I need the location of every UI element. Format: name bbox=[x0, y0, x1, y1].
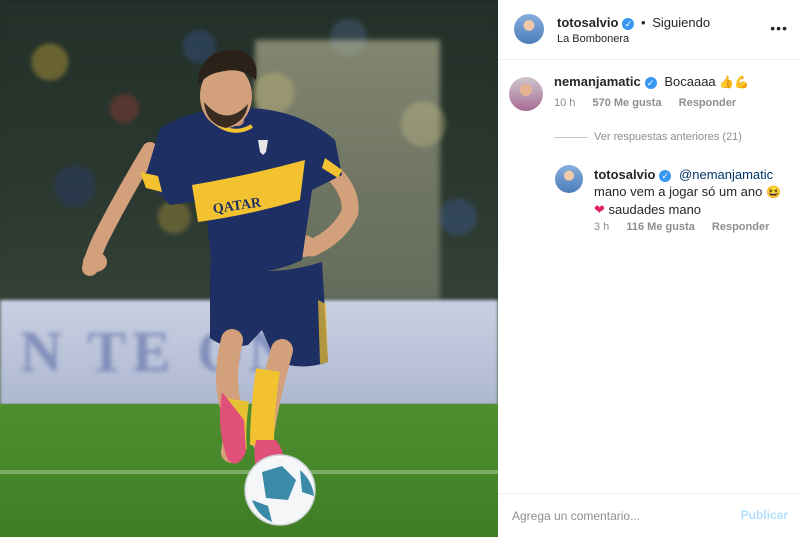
comment-footer: Publicar bbox=[498, 493, 800, 537]
comment-likes[interactable]: 570 Me gusta bbox=[592, 97, 661, 109]
reply-username[interactable]: totosalvio bbox=[594, 167, 655, 182]
comment-text: nemanjamatic ✓ Bocaaaa 👍💪 bbox=[554, 74, 794, 89]
comment-username[interactable]: nemanjamatic bbox=[554, 74, 641, 89]
separator-dot: • bbox=[641, 15, 646, 30]
mention-link[interactable]: @nemanjamatic bbox=[679, 167, 773, 182]
post-author: totosalvio ✓ • Siguiendo bbox=[557, 15, 710, 30]
comment-body: Bocaaaa bbox=[664, 74, 716, 89]
verified-badge-icon: ✓ bbox=[622, 18, 635, 30]
reply-meta: 3 h 116 Me gusta Responder bbox=[594, 221, 769, 233]
reply-likes[interactable]: 116 Me gusta bbox=[626, 221, 694, 233]
comment-meta: 10 h 570 Me gusta Responder bbox=[554, 97, 736, 109]
reply-line-2: saudades mano bbox=[608, 202, 702, 217]
comment-emoji: 👍💪 bbox=[719, 75, 750, 89]
comment-time[interactable]: 10 h bbox=[554, 97, 575, 109]
reply-button[interactable]: Responder bbox=[679, 97, 736, 109]
location-link[interactable]: La Bombonera bbox=[557, 33, 629, 45]
post-side-panel: totosalvio ✓ • Siguiendo La Bombonera •••… bbox=[498, 0, 800, 537]
publish-button[interactable]: Publicar bbox=[741, 508, 788, 522]
comment-input[interactable] bbox=[512, 506, 722, 526]
reply-time[interactable]: 3 h bbox=[594, 221, 609, 233]
replies-divider bbox=[554, 137, 588, 138]
verified-badge-icon: ✓ bbox=[659, 170, 672, 182]
reply-reply-button[interactable]: Responder bbox=[712, 221, 769, 233]
more-options-icon[interactable]: ••• bbox=[770, 20, 788, 36]
heart-emoji-icon: ❤ bbox=[594, 202, 605, 217]
author-username[interactable]: totosalvio bbox=[557, 15, 618, 30]
avatar[interactable] bbox=[514, 14, 544, 44]
post-header: totosalvio ✓ • Siguiendo La Bombonera ••• bbox=[498, 0, 800, 60]
football-player: QATAR bbox=[82, 49, 359, 526]
commenter-avatar[interactable] bbox=[509, 77, 543, 111]
reply-text: totosalvio ✓ @nemanjamatic mano vem a jog… bbox=[594, 166, 794, 218]
laughing-emoji-icon: 😆 bbox=[766, 185, 781, 199]
following-button[interactable]: Siguiendo bbox=[652, 15, 710, 30]
reply-avatar[interactable] bbox=[555, 165, 583, 193]
view-previous-replies-button[interactable]: Ver respuestas anteriores (21) bbox=[594, 131, 742, 143]
post-photo[interactable]: N TE ON QATAR bbox=[0, 0, 498, 537]
verified-badge-icon: ✓ bbox=[644, 77, 657, 89]
reply-line-1: mano vem a jogar só um ano bbox=[594, 184, 763, 199]
